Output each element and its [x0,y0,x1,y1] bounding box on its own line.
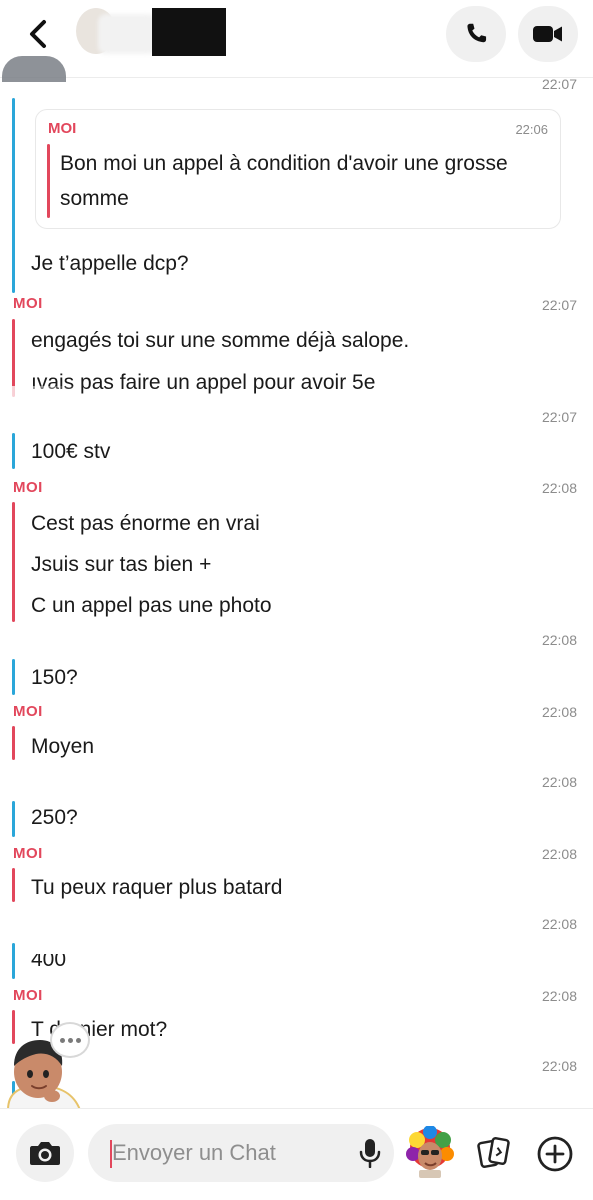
message-me[interactable]: MOI 22:08 Tu peux raquer plus batard [0,844,593,914]
message-text: 150? [31,666,78,689]
message-text: Jsuis sur tas bien + [31,553,212,576]
message-friend[interactable]: 22:08 150? [0,631,593,701]
message-me[interactable]: MOI 22:08 Cest pas énorme en vrai Jsuis … [0,476,593,626]
quoted-bar [47,144,50,218]
message-friend-with-quote[interactable]: 22:07 MOI 22:06 Bon moi un appel à condi… [0,76,593,293]
quoted-sender: MOI [48,120,77,137]
chat-input-container[interactable] [88,1124,394,1182]
friend-name-redacted [98,14,156,54]
plus-circle-icon [537,1136,573,1172]
message-friend[interactable]: 22:08 400 [0,915,593,985]
quoted-text: Bon moi un appel à condition d'avoir une… [60,152,508,210]
quoted-timestamp: 22:06 [515,122,548,137]
message-timestamp: 22:08 [541,774,577,790]
message-text: Tu peux raquer plus batard [31,876,283,899]
video-call-button[interactable] [518,6,578,62]
message-timestamp: 22:07 [541,409,577,425]
quoted-message[interactable]: MOI 22:06 Bon moi un appel à condition d… [35,109,561,229]
friend-message-bar [12,943,15,979]
message-timestamp: 22:08 [541,846,577,862]
microphone-icon [359,1139,381,1168]
bitmoji-sticker-icon[interactable] [405,1126,455,1180]
phone-icon [467,23,487,43]
message-timestamp: 22:07 [541,76,577,92]
chat-header [0,0,593,78]
chevron-left-icon [30,20,46,48]
message-text: 100€ stv [31,440,111,463]
message-timestamp: 22:08 [541,988,577,1004]
friend-message-bar [12,433,15,469]
typing-indicator [50,1022,90,1058]
message-text: 250? [31,806,78,829]
message-text: Je t’appelle dcp? [31,252,189,275]
message-text: Cest pas énorme en vrai [31,512,260,535]
sender-label: MOI [13,987,43,1004]
camera-icon [30,1142,60,1165]
message-text: C un appel pas une photo [31,594,272,617]
sender-label: MOI [13,703,43,720]
voice-call-button[interactable] [446,6,506,62]
chat-composer [0,1108,593,1200]
text-occlusion [28,940,88,954]
my-message-bar [12,868,15,902]
typing-dot [59,1037,65,1043]
sender-label: MOI [13,845,43,862]
message-friend[interactable]: 22:08 [0,1057,593,1107]
sender-label: MOI [13,295,43,312]
message-timestamp: 22:08 [541,1058,577,1074]
typing-dot [75,1037,81,1043]
message-friend[interactable]: 22:07 100€ stv [0,406,593,474]
friend-message-bar [12,98,15,293]
video-camera-icon [533,26,562,42]
message-friend[interactable]: 22:08 250? [0,773,593,843]
message-text: engagés toi sur une somme déjà salope. [31,329,410,352]
message-text: ıvais pas faire un appel pour avoir 5e [31,371,376,394]
friend-message-bar [12,659,15,695]
typing-dot [67,1037,73,1043]
my-message-bar [12,502,15,622]
message-timestamp: 22:08 [541,916,577,932]
back-button[interactable] [18,14,58,54]
microphone-button[interactable] [354,1137,386,1169]
message-list[interactable]: 22:07 MOI 22:06 Bon moi un appel à condi… [0,76,593,1108]
message-timestamp: 22:08 [541,480,577,496]
message-me[interactable]: MOI 22:08 Moyen [0,702,593,772]
message-text: Moyen [31,735,95,758]
my-message-bar [12,726,15,760]
friend-message-bar [12,801,15,837]
cards-button[interactable] [472,1131,516,1175]
message-timestamp: 22:08 [541,704,577,720]
friend-name-redaction-block [152,8,226,56]
cards-icon [477,1137,510,1168]
message-timestamp: 22:07 [541,297,577,313]
message-me[interactable]: MOI 22:07 engagés toi sur une somme déjà… [0,293,593,403]
sender-label: MOI [13,479,43,496]
camera-button[interactable] [16,1124,74,1182]
chat-input[interactable] [112,1133,342,1173]
plus-button[interactable] [534,1133,576,1175]
message-timestamp: 22:08 [541,632,577,648]
